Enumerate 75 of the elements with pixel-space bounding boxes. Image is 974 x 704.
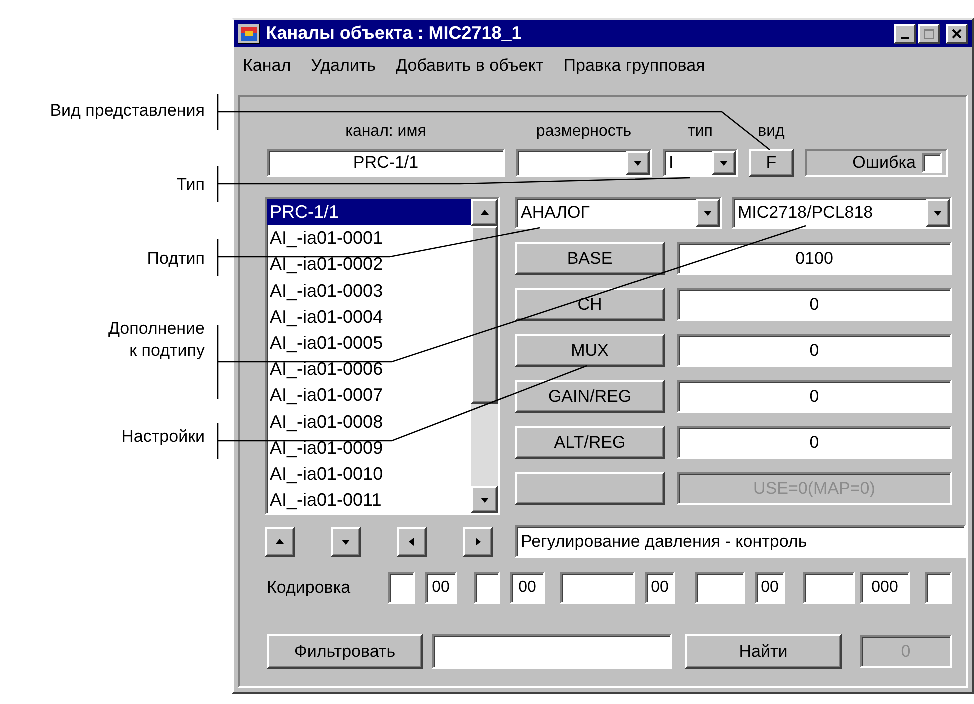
scroll-up-icon[interactable] (471, 199, 498, 226)
column-label: тип (687, 123, 714, 142)
dimension-dropdown[interactable] (516, 149, 652, 177)
setting-button[interactable] (515, 472, 665, 505)
view-button[interactable]: F (749, 149, 794, 177)
scroll-down-icon[interactable] (471, 486, 498, 513)
subtype-dropdown[interactable]: АНАЛОГ (515, 197, 722, 229)
type-dropdown[interactable]: I (663, 149, 738, 177)
encoding-field[interactable] (388, 572, 415, 604)
list-item[interactable]: AI_-ia01-0007 (267, 382, 471, 408)
caret-icon (926, 199, 950, 227)
maximize-button[interactable] (918, 24, 940, 44)
list-item[interactable]: AI_-ia01-0009 (267, 434, 471, 461)
close-icon (951, 28, 963, 40)
encoding-field[interactable]: 000 (860, 572, 910, 604)
caret-icon (712, 151, 736, 175)
filter-button[interactable]: Фильтровать (267, 634, 423, 669)
list-item[interactable]: AI_-ia01-0005 (267, 330, 471, 356)
menu-item[interactable]: Правка групповая (560, 54, 708, 78)
encoding-field[interactable] (925, 572, 952, 604)
column-label: вид (757, 123, 786, 142)
setting-field[interactable]: 0100 (677, 242, 952, 275)
callout-label: Тип (176, 174, 205, 196)
setting-button[interactable]: BASE (515, 242, 665, 275)
setting-field[interactable]: 0 (677, 334, 952, 367)
channel-list[interactable]: PRC-1/1 AI_-ia01-0001 AI_-ia01-0002 AI_-ia01-0003 AI_-ia01-0004 AI_-ia01-0005 AI_-ia01-0006 AI_-ia01-0007 AI_-ia01-0008 AI_-ia01-0009 AI_-ia01-0010 AI_-ia01-0011 (265, 197, 500, 515)
minimize-button[interactable] (894, 24, 916, 44)
list-item[interactable]: AI_-ia01-0011 (267, 487, 471, 513)
name-field[interactable]: PRC-1/1 (267, 149, 505, 177)
encoding-field[interactable]: 00 (645, 572, 675, 604)
list-item[interactable]: AI_-ia01-0002 (267, 251, 471, 278)
list-item[interactable]: AI_-ia01-0008 (267, 408, 471, 435)
setting-field[interactable]: 0 (677, 426, 952, 459)
menu-item[interactable]: Добавить в объект (393, 54, 547, 78)
checkbox-label: Ошибка (852, 153, 916, 173)
app-icon (238, 24, 260, 44)
list-item[interactable]: AI_-ia01-0010 (267, 460, 471, 488)
encoding-field[interactable] (695, 572, 745, 604)
scroll-thumb[interactable] (471, 226, 498, 404)
callout-label: Вид представления (49, 100, 205, 122)
subtype-addition-dropdown[interactable]: MIC2718/PCL818 (732, 197, 952, 229)
close-button[interactable] (946, 24, 968, 44)
column-label: канал: имя (344, 123, 428, 142)
list-item[interactable]: AI_-ia01-0003 (267, 278, 471, 304)
menu-item[interactable]: Канал (240, 54, 294, 78)
setting-button[interactable]: MUX (515, 334, 665, 367)
callout-label: Дополнение к подтипу (107, 318, 205, 362)
find-button[interactable]: Найти (685, 634, 842, 669)
list-item[interactable]: AI_-ia01-0001 (267, 225, 471, 252)
encoding-field[interactable]: 00 (755, 572, 785, 604)
setting-button[interactable]: GAIN/REG (515, 380, 665, 413)
setting-field[interactable]: 0 (677, 288, 952, 321)
filter-field[interactable] (432, 634, 672, 669)
setting-button[interactable]: ALT/REG (515, 426, 665, 459)
setting-field[interactable]: 0 (677, 380, 952, 413)
list-item[interactable]: AI_-ia01-0006 (267, 356, 471, 382)
menu-item[interactable]: Удалить (308, 54, 380, 78)
error-checkbox[interactable] (922, 153, 942, 173)
encoding-field[interactable] (803, 572, 855, 604)
encoding-label: Кодировка (267, 578, 352, 598)
list-item[interactable]: AI_-ia01-0004 (267, 304, 471, 330)
window-title: Каналы объекта : MIC2718_1 (266, 23, 523, 44)
minimize-icon (901, 36, 909, 38)
encoding-field[interactable]: 00 (425, 572, 457, 604)
maximize-icon (923, 28, 935, 40)
callout-label: Подтип (146, 248, 205, 270)
encoding-field[interactable] (560, 572, 635, 604)
caret-icon (696, 199, 720, 227)
encoding-field[interactable] (474, 572, 500, 604)
description-field[interactable]: Регулирование давления - контроль (515, 525, 966, 558)
caret-icon (626, 151, 650, 175)
list-item[interactable]: PRC-1/1 (267, 199, 471, 226)
encoding-field[interactable]: 00 (510, 572, 545, 604)
callout-label: Настройки (120, 426, 205, 448)
column-label: размерность (535, 123, 633, 142)
